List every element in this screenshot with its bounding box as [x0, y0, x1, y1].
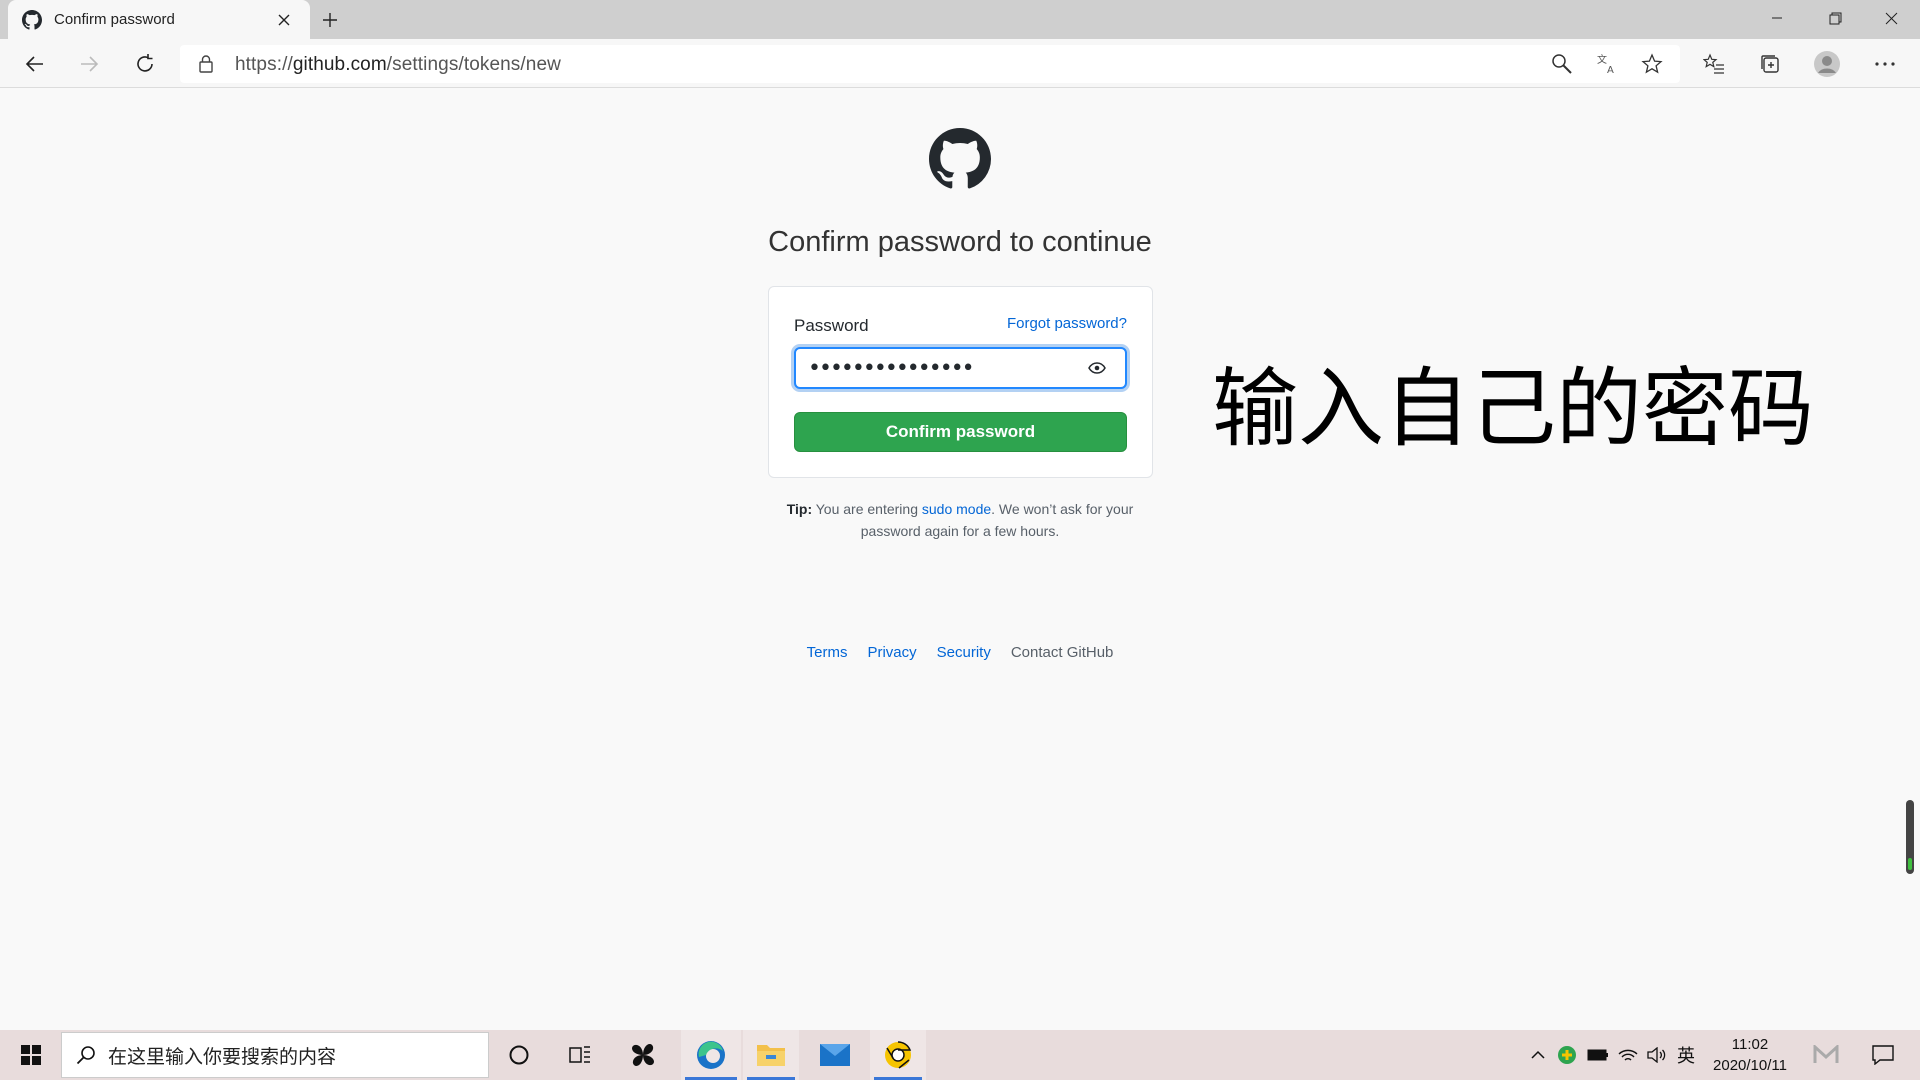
mail-icon[interactable]	[807, 1030, 863, 1080]
address-bar[interactable]: https://github.com/settings/tokens/new 文…	[180, 45, 1680, 83]
zoom-search-icon[interactable]	[1548, 50, 1576, 78]
edge-browser-icon[interactable]	[681, 1030, 741, 1080]
github-logo-icon[interactable]	[929, 128, 991, 190]
annotation-text: 输入自己的密码	[1212, 359, 1814, 459]
sudo-mode-tip: Tip: You are entering sudo mode. We won’…	[786, 501, 1134, 539]
browser-tabstrip: Confirm password	[0, 0, 1920, 39]
footer-privacy-link[interactable]: Privacy	[867, 644, 916, 661]
more-menu-icon[interactable]	[1868, 47, 1902, 81]
show-hidden-icons-chevron-icon[interactable]	[1526, 1030, 1550, 1080]
notification-center-icon[interactable]	[1858, 1030, 1908, 1080]
address-url[interactable]: https://github.com/settings/tokens/new	[235, 54, 561, 76]
favorite-star-icon[interactable]	[1638, 50, 1666, 78]
footer-contact-link[interactable]: Contact GitHub	[1011, 644, 1114, 661]
taskbar-search-box[interactable]: 在这里输入你要搜索的内容	[61, 1032, 489, 1078]
close-window-icon[interactable]	[1862, 0, 1920, 36]
security-shield-tray-icon[interactable]	[1554, 1030, 1580, 1080]
clock-date: 2020/10/11	[1713, 1057, 1787, 1074]
tab-title: Confirm password	[54, 11, 175, 28]
browser-toolbar: https://github.com/settings/tokens/new 文…	[0, 39, 1920, 88]
search-icon	[76, 1045, 96, 1065]
new-tab-icon[interactable]	[316, 6, 344, 34]
footer-security-link[interactable]: Security	[937, 644, 991, 661]
footer-terms-link[interactable]: Terms	[807, 644, 848, 661]
forgot-password-link[interactable]: Forgot password?	[1007, 315, 1127, 332]
app-m-tray-icon[interactable]	[1806, 1030, 1846, 1080]
translate-icon[interactable]: 文A	[1593, 50, 1621, 78]
battery-icon[interactable]	[1584, 1030, 1612, 1080]
search-placeholder: 在这里输入你要搜索的内容	[108, 1045, 337, 1068]
restore-icon[interactable]	[1806, 0, 1864, 36]
windows-start-icon[interactable]	[0, 1030, 61, 1080]
scroll-indicator[interactable]	[1906, 800, 1914, 874]
github-favicon-icon	[22, 9, 42, 30]
forward-arrow-icon[interactable]	[72, 47, 106, 81]
profile-avatar-icon[interactable]	[1810, 47, 1844, 81]
pinwheel-app-icon[interactable]	[617, 1030, 669, 1080]
svg-text:文: 文	[1597, 53, 1607, 66]
ime-language-indicator[interactable]: 英	[1672, 1030, 1700, 1080]
tab-close-icon[interactable]	[272, 8, 296, 32]
svg-text:A: A	[1607, 65, 1614, 75]
browser-tab[interactable]: Confirm password	[8, 0, 310, 39]
collections-icon[interactable]	[1753, 47, 1787, 81]
favorites-list-icon[interactable]	[1697, 47, 1731, 81]
confirm-password-form: Password Forgot password? Confirm passwo…	[768, 286, 1153, 478]
footer-links: Terms Privacy Security Contact GitHub	[0, 644, 1920, 661]
back-arrow-icon[interactable]	[18, 47, 52, 81]
cortana-icon[interactable]	[494, 1030, 544, 1080]
minimize-icon[interactable]	[1748, 0, 1806, 36]
task-view-icon[interactable]	[555, 1030, 605, 1080]
clock-time: 11:02	[1731, 1036, 1769, 1053]
file-explorer-icon[interactable]	[743, 1030, 799, 1080]
sudo-mode-link[interactable]: sudo mode	[922, 501, 991, 517]
volume-icon[interactable]	[1642, 1030, 1670, 1080]
taskbar: 在这里输入你要搜索的内容 英 11:02 2020/10/11	[0, 1030, 1920, 1080]
system-clock[interactable]: 11:02 2020/10/11	[1700, 1034, 1800, 1076]
refresh-icon[interactable]	[128, 47, 162, 81]
password-label: Password	[794, 316, 869, 335]
password-input[interactable]	[794, 347, 1127, 389]
chrome-canary-icon[interactable]	[870, 1030, 926, 1080]
lock-icon[interactable]	[198, 54, 214, 74]
wifi-icon[interactable]	[1614, 1030, 1642, 1080]
page-title: Confirm password to continue	[768, 226, 1152, 258]
show-password-eye-icon[interactable]	[1084, 358, 1110, 378]
confirm-password-button[interactable]: Confirm password	[794, 412, 1127, 452]
